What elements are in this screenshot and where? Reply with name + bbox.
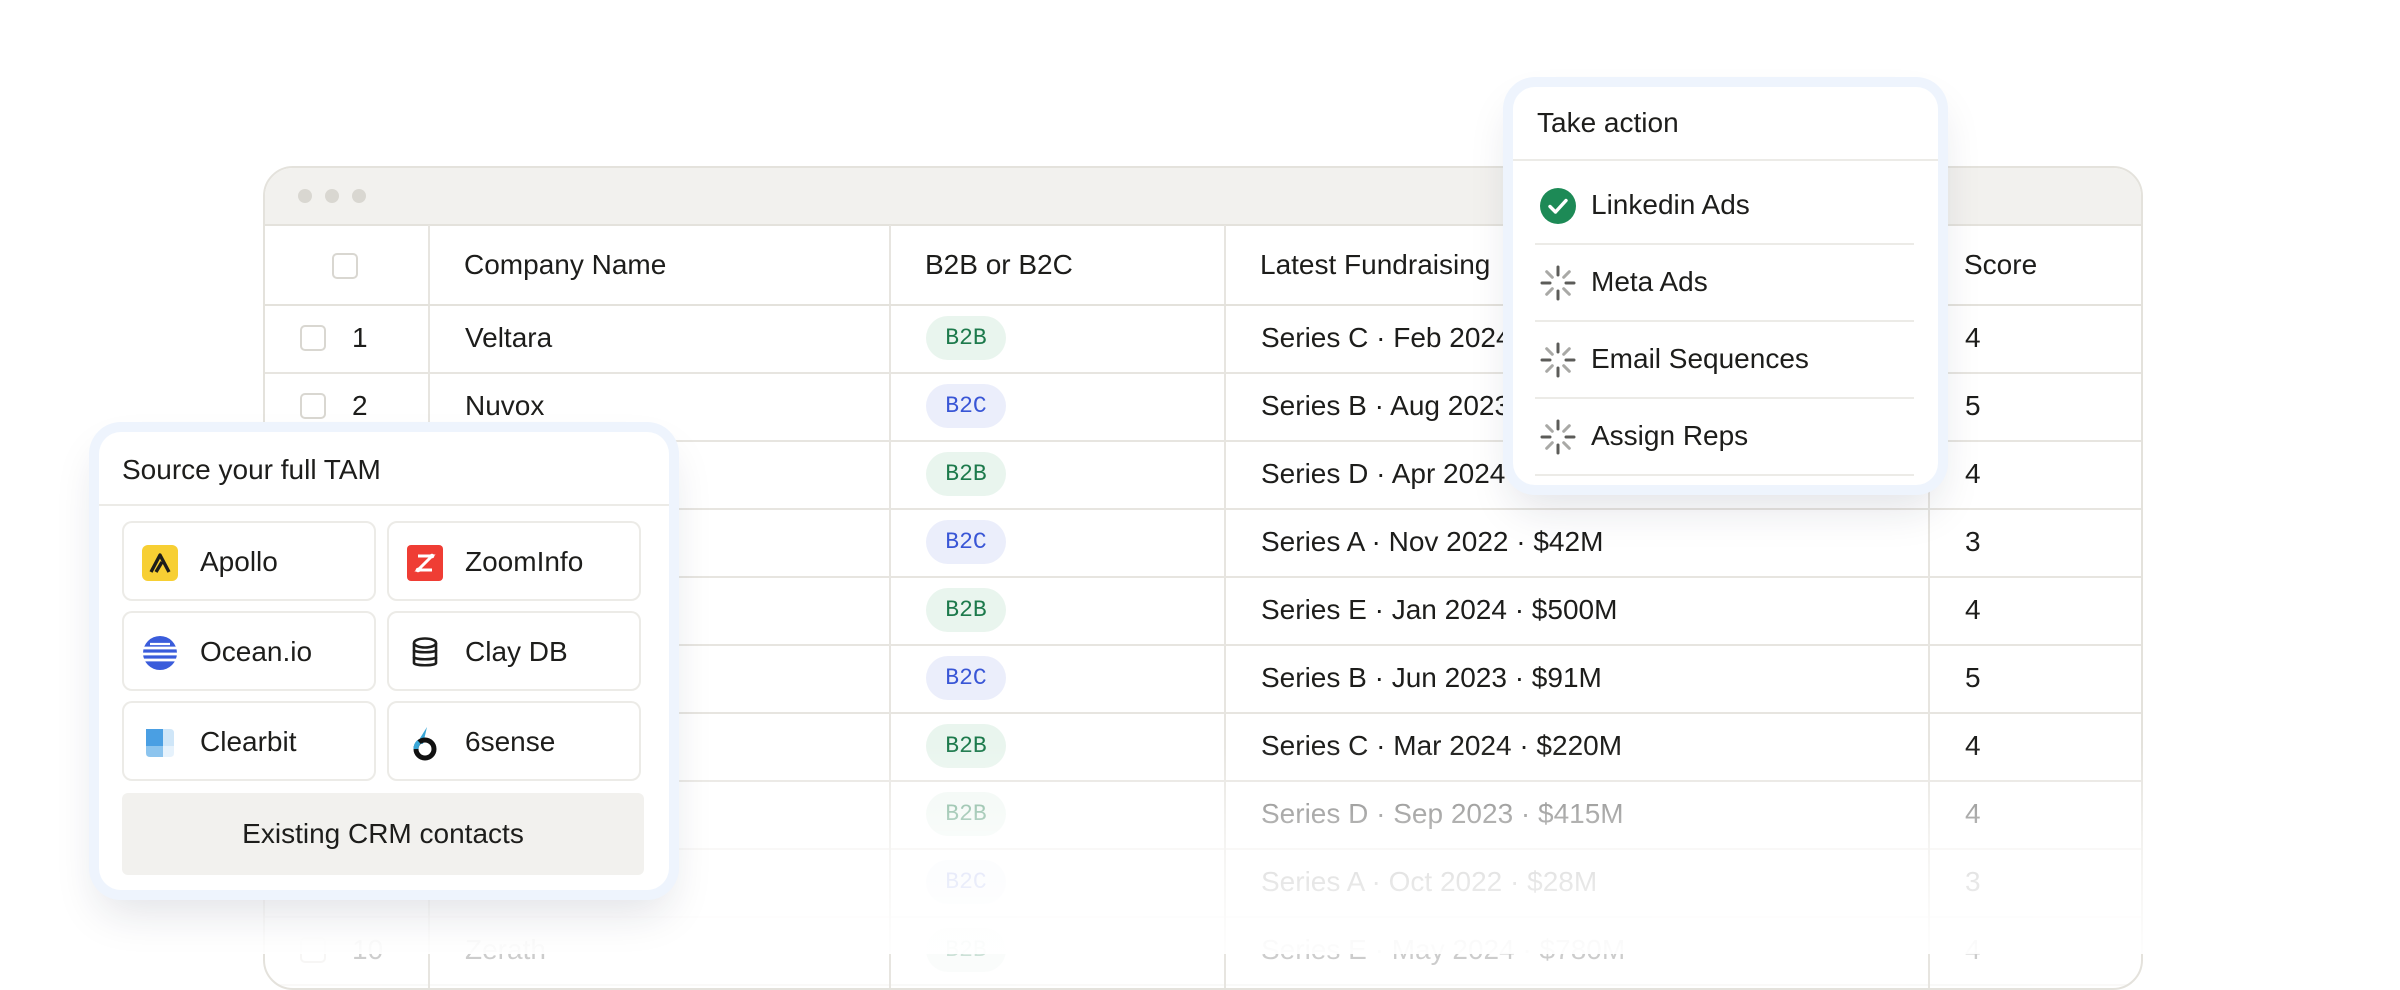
- column-header-company[interactable]: Company Name: [464, 248, 666, 282]
- source-label: Ocean.io: [200, 636, 313, 667]
- type-badge: B2C: [926, 860, 1006, 904]
- score-cell: 4: [1965, 322, 1981, 353]
- action-item-email-sequences[interactable]: Email Sequences: [1535, 321, 1914, 399]
- source-tile-ocean[interactable]: Ocean.io: [122, 611, 376, 691]
- action-item-linkedin-ads[interactable]: Linkedin Ads: [1535, 167, 1914, 245]
- row-number: 1: [352, 322, 368, 353]
- source-tile-clay-db[interactable]: Clay DB: [387, 611, 641, 691]
- type-badge: B2C: [926, 520, 1006, 564]
- source-label: 6sense: [465, 726, 556, 757]
- type-badge: B2B: [926, 724, 1006, 768]
- row-checkbox[interactable]: [300, 937, 326, 963]
- row-checkbox[interactable]: [300, 393, 326, 419]
- source-label: ZoomInfo: [465, 546, 584, 577]
- company-name-cell: Zerath: [465, 934, 546, 965]
- 6sense-icon: [407, 725, 443, 761]
- score-cell: 4: [1965, 730, 1981, 761]
- score-cell: 4: [1965, 934, 1981, 965]
- score-cell: 4: [1965, 458, 1981, 489]
- ocean-icon: [142, 635, 178, 671]
- loading-spinner-icon: [1539, 341, 1577, 379]
- loading-spinner-icon: [1539, 264, 1577, 302]
- fundraising-cell: Series A · Oct 2022 · $28M: [1261, 866, 1598, 897]
- score-cell: 4: [1965, 798, 1981, 829]
- score-cell: 5: [1965, 662, 1981, 693]
- score-cell: 3: [1965, 526, 1981, 557]
- action-item-meta-ads[interactable]: Meta Ads: [1535, 244, 1914, 322]
- apollo-icon: [142, 545, 178, 581]
- type-badge: B2B: [926, 316, 1006, 360]
- action-label: Assign Reps: [1591, 420, 1749, 451]
- column-header-type[interactable]: B2B or B2C: [925, 248, 1073, 282]
- row-checkbox[interactable]: [300, 325, 326, 351]
- type-badge: B2C: [926, 656, 1006, 700]
- fundraising-cell: Series B · Jun 2023 · $91M: [1261, 662, 1602, 693]
- action-item-assign-reps[interactable]: Assign Reps: [1535, 398, 1914, 476]
- action-label: Email Sequences: [1591, 343, 1809, 374]
- window-dot-icon: [352, 189, 366, 203]
- type-badge: B2B: [926, 792, 1006, 836]
- type-badge: B2C: [926, 384, 1006, 428]
- table-row[interactable]: 10 Zerath B2B Series E · May 2024 · $780M 4: [265, 916, 2141, 986]
- existing-crm-contacts-button[interactable]: Existing CRM contacts: [122, 793, 644, 875]
- row-number: 10: [352, 934, 384, 965]
- window-dot-icon: [325, 189, 339, 203]
- company-name-cell: Nuvox: [465, 390, 545, 421]
- fundraising-cell: Series A · Nov 2022 · $42M: [1261, 526, 1604, 557]
- score-cell: 4: [1965, 594, 1981, 625]
- score-cell: 5: [1965, 390, 1981, 421]
- select-all-checkbox[interactable]: [332, 253, 358, 279]
- database-icon: [407, 635, 443, 671]
- check-circle-icon: [1539, 187, 1577, 225]
- type-badge: B2B: [926, 452, 1006, 496]
- action-label: Linkedin Ads: [1591, 189, 1750, 220]
- source-tile-apollo[interactable]: Apollo: [122, 521, 376, 601]
- fundraising-cell: Series D · Sep 2023 · $415M: [1261, 798, 1624, 829]
- action-label: Meta Ads: [1591, 266, 1708, 297]
- source-tile-6sense[interactable]: 6sense: [387, 701, 641, 781]
- fundraising-cell: Series E · May 2024 · $780M: [1261, 934, 1626, 965]
- column-header-score[interactable]: Score: [1964, 248, 2037, 282]
- source-label: Clay DB: [465, 636, 568, 667]
- score-cell: 3: [1965, 866, 1981, 897]
- source-tile-clearbit[interactable]: Clearbit: [122, 701, 376, 781]
- source-label: Apollo: [200, 546, 278, 577]
- window-dot-icon: [298, 189, 312, 203]
- source-tile-zoominfo[interactable]: ZoomInfo: [387, 521, 641, 601]
- source-label: Clearbit: [200, 726, 297, 757]
- take-action-panel: Take action Linkedin Ads Meta Ads Email Se…: [1513, 87, 1938, 485]
- source-tam-panel: Source your full TAM Apollo ZoomInfo Oce…: [99, 432, 669, 890]
- action-panel-title: Take action: [1537, 107, 1679, 138]
- loading-spinner-icon: [1539, 418, 1577, 456]
- zoominfo-icon: [407, 545, 443, 581]
- column-header-fundraising[interactable]: Latest Fundraising: [1260, 248, 1490, 282]
- type-badge: B2B: [926, 588, 1006, 632]
- clearbit-icon: [142, 725, 178, 761]
- company-name-cell: Veltara: [465, 322, 553, 353]
- type-badge: B2B: [926, 928, 1006, 972]
- row-number: 2: [352, 390, 368, 421]
- fundraising-cell: Series E · Jan 2024 · $500M: [1261, 594, 1618, 625]
- source-panel-title: Source your full TAM: [122, 454, 381, 485]
- fundraising-cell: Series C · Mar 2024 · $220M: [1261, 730, 1623, 761]
